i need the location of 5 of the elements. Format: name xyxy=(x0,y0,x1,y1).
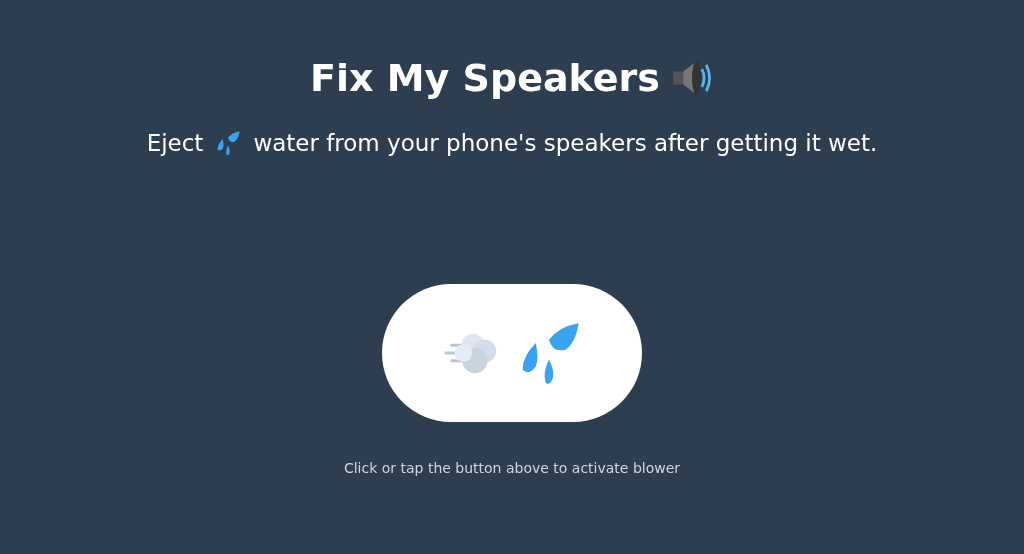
subtitle-text: water from your phone's speakers after getting it wet. xyxy=(253,130,878,156)
subtitle-text: Eject xyxy=(146,130,204,156)
droplets-icon xyxy=(215,130,242,156)
hint-text: Click or tap the button above to activate blower xyxy=(343,460,681,476)
page-title: Fix My Speakers xyxy=(310,56,660,100)
